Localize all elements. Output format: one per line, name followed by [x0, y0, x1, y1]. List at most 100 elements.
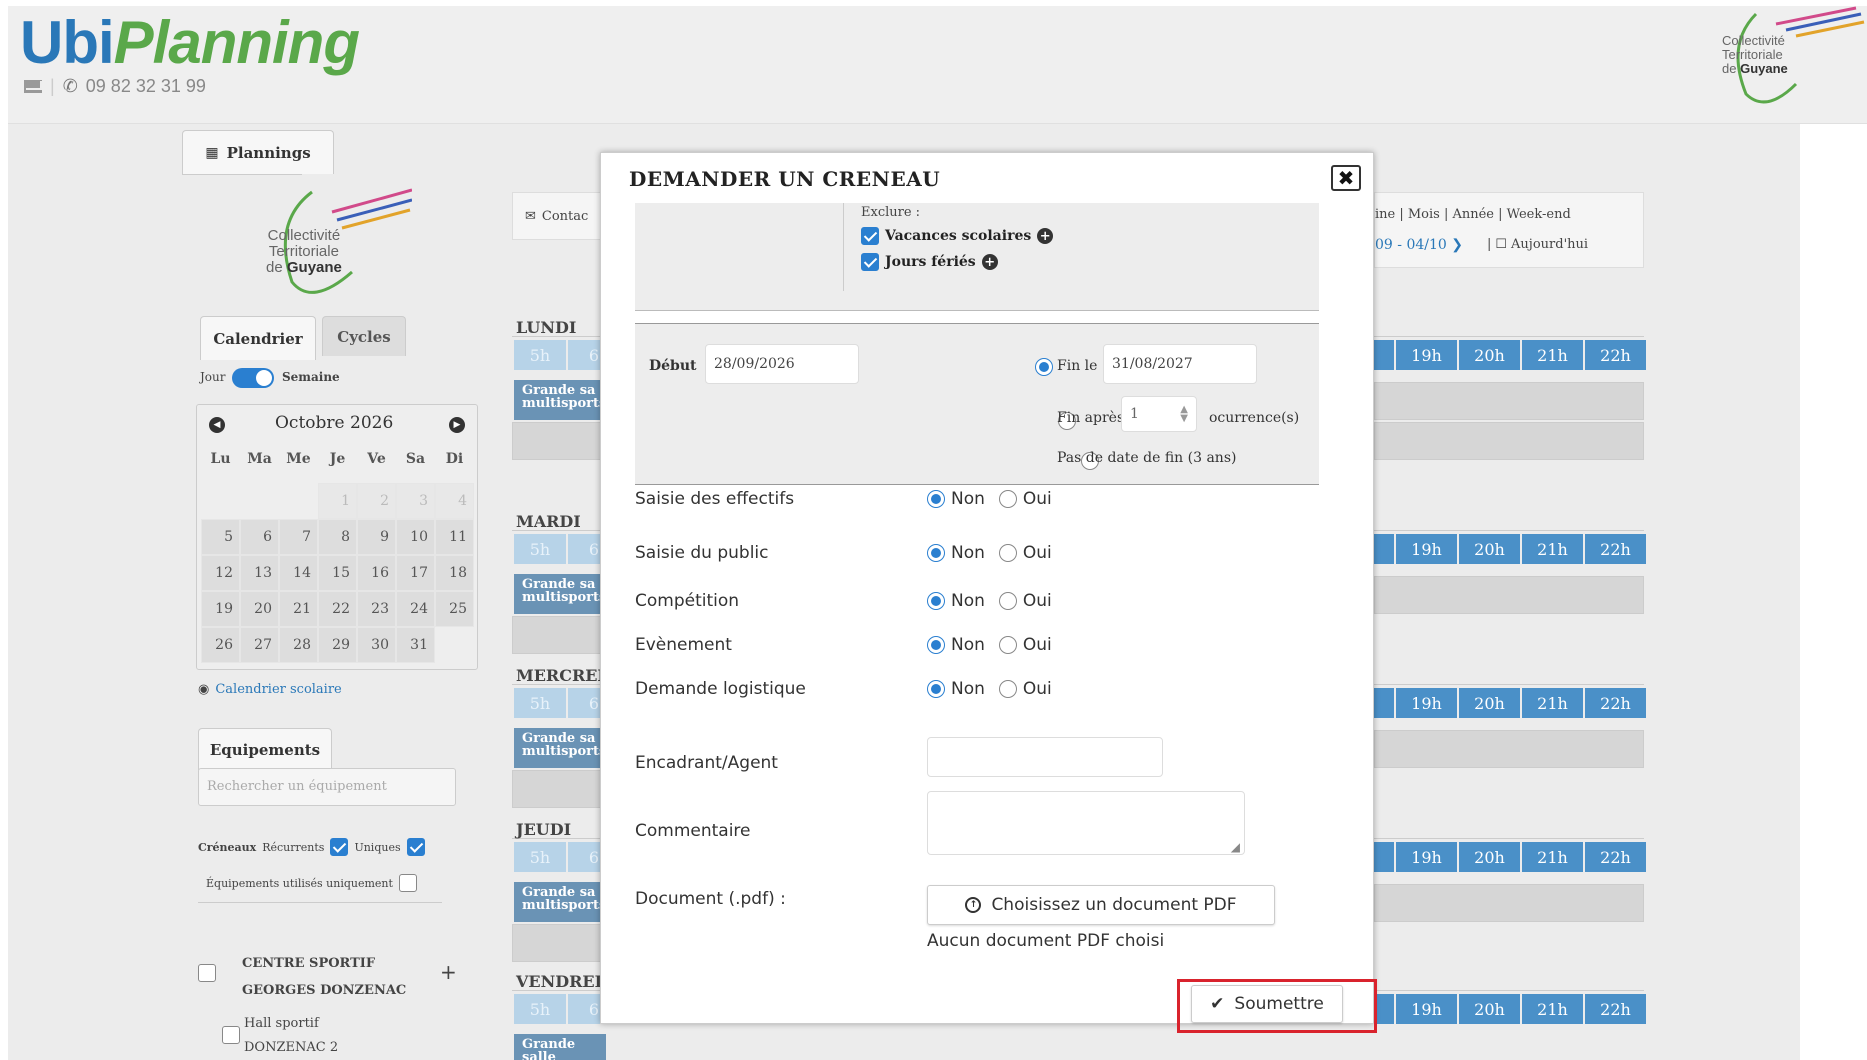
view-links[interactable]: ine | Mois | Année | Week-end [1375, 207, 1571, 222]
fin-le-radio[interactable] [1035, 358, 1053, 376]
resource-badge[interactable]: Grande sa multisports [514, 574, 606, 614]
no-end-date-label: Pas de date de fin (3 ans) [1057, 450, 1237, 466]
commentaire-textarea[interactable]: ◢ [927, 791, 1245, 855]
non-radio[interactable] [927, 592, 945, 610]
oui-label: Oui [1022, 489, 1052, 509]
centre-checkbox[interactable] [198, 964, 216, 982]
app-logo[interactable]: UbiPlanning [20, 8, 360, 77]
calendar-day[interactable]: 12 [201, 555, 240, 591]
occurrence-stepper[interactable]: 1 ▲ ▼ [1121, 396, 1197, 432]
calendar-day[interactable]: 7 [279, 519, 318, 555]
calendar-day[interactable]: 6 [240, 519, 279, 555]
uniques-checkbox[interactable] [406, 838, 425, 856]
slot-row[interactable] [1374, 422, 1644, 460]
non-label: Non [951, 543, 985, 563]
calendar-day[interactable]: 3 [396, 483, 435, 519]
oui-radio[interactable] [998, 636, 1017, 654]
calendar-day[interactable]: 8 [318, 519, 357, 555]
hall-checkbox[interactable] [222, 1026, 240, 1044]
oui-label: Oui [1022, 679, 1052, 699]
calendar-day [435, 627, 474, 663]
today-link[interactable]: | ☐ Aujourd'hui [1487, 237, 1588, 252]
calendar-day[interactable]: 15 [318, 555, 357, 591]
encadrant-input[interactable] [927, 737, 1163, 777]
day-week-toggle[interactable] [232, 368, 274, 388]
slot-row[interactable] [1374, 884, 1644, 922]
envelope-icon[interactable] [24, 80, 42, 93]
calendar-day[interactable]: 17 [396, 555, 435, 591]
slot-row[interactable] [1374, 576, 1644, 614]
debut-date-input[interactable]: 28/09/2026 [705, 344, 859, 384]
non-radio[interactable] [927, 490, 945, 508]
calendar-day[interactable]: 28 [279, 627, 318, 663]
hour-header: 19h [1396, 340, 1457, 370]
calendar-day[interactable]: 20 [240, 591, 279, 627]
close-icon[interactable]: ✖ [1331, 165, 1361, 191]
calendar-day[interactable]: 30 [357, 627, 396, 663]
tab-plannings[interactable]: ▦ Plannings [182, 130, 334, 174]
tab-calendrier[interactable]: Calendrier [200, 316, 316, 360]
non-label: Non [951, 679, 985, 699]
recurrents-checkbox[interactable] [330, 838, 349, 856]
calendar-day[interactable]: 25 [435, 591, 474, 627]
calendar-day[interactable]: 16 [357, 555, 396, 591]
slot-row[interactable] [512, 770, 604, 808]
resource-badge[interactable]: Grande sa multisports [514, 882, 606, 922]
next-month-icon[interactable]: ▶ [449, 417, 465, 433]
oui-radio[interactable] [998, 544, 1017, 562]
oui-radio[interactable] [998, 490, 1017, 508]
prev-month-icon[interactable]: ◀ [209, 417, 225, 433]
calendar-day[interactable]: 18 [435, 555, 474, 591]
calendar-day[interactable]: 4 [435, 483, 474, 519]
calendar-day[interactable]: 22 [318, 591, 357, 627]
resource-badge[interactable]: Grande sallemultisports 2C [514, 1034, 606, 1060]
resource-badge[interactable]: Grande sa multisports [514, 728, 606, 768]
calendar-day[interactable]: 5 [201, 519, 240, 555]
plus-circle-icon[interactable]: + [981, 254, 998, 270]
vacances-checkbox[interactable] [861, 227, 879, 245]
calendar-day[interactable]: 31 [396, 627, 435, 663]
choose-pdf-button[interactable]: ↑ Choisissez un document PDF [927, 885, 1275, 925]
feries-checkbox[interactable] [861, 253, 879, 271]
calendar-day[interactable]: 24 [396, 591, 435, 627]
equipment-search-input[interactable]: Rechercher un équipement [198, 768, 456, 806]
calendar-day[interactable]: 1 [318, 483, 357, 519]
calendar-day[interactable]: 19 [201, 591, 240, 627]
date-range[interactable]: 09 - 04/10 ❯ [1375, 237, 1463, 253]
school-calendar-link[interactable]: ◉ Calendrier scolaire [198, 682, 342, 697]
calendar-day[interactable]: 13 [240, 555, 279, 591]
resource-badge[interactable]: Grande sa multisports [514, 380, 606, 420]
calendar-day[interactable]: 2 [357, 483, 396, 519]
non-radio[interactable] [927, 544, 945, 562]
hour-header: 19h [1396, 688, 1457, 718]
calendar-day[interactable]: 21 [279, 591, 318, 627]
non-radio[interactable] [927, 680, 945, 698]
calendar-day[interactable]: 27 [240, 627, 279, 663]
calendar-day[interactable]: 10 [396, 519, 435, 555]
dates-section: Début 28/09/2026 Fin le 31/08/2027 Fin a… [635, 323, 1319, 485]
slot-row[interactable] [512, 924, 604, 962]
slot-row[interactable] [512, 422, 604, 460]
calendar-day[interactable]: 26 [201, 627, 240, 663]
calendar-day[interactable]: 9 [357, 519, 396, 555]
tab-equipements[interactable]: Equipements [198, 728, 332, 770]
used-only-checkbox[interactable] [398, 874, 417, 892]
non-radio[interactable] [927, 636, 945, 654]
fin-le-date-input[interactable]: 31/08/2027 [1103, 344, 1257, 384]
plus-circle-icon[interactable]: + [1037, 228, 1054, 244]
expand-plus-icon[interactable]: + [440, 960, 457, 984]
submit-button[interactable]: ✔ Soumettre [1191, 985, 1343, 1023]
calendar-day[interactable]: 29 [318, 627, 357, 663]
tab-cycles[interactable]: Cycles [322, 316, 406, 356]
calendar-day[interactable]: 11 [435, 519, 474, 555]
slot-row[interactable] [1374, 730, 1644, 768]
calendar-day[interactable]: 23 [357, 591, 396, 627]
oui-radio[interactable] [998, 680, 1017, 698]
calendar-day[interactable]: 14 [279, 555, 318, 591]
resize-handle-icon[interactable]: ◢ [1231, 840, 1240, 854]
spinner-arrows-icon[interactable]: ▲ ▼ [1180, 405, 1188, 424]
oui-radio[interactable] [998, 592, 1017, 610]
slot-row[interactable] [1374, 382, 1644, 420]
slot-row[interactable] [512, 616, 604, 654]
used-only-filter: Équipements utilisés uniquement [206, 874, 417, 892]
